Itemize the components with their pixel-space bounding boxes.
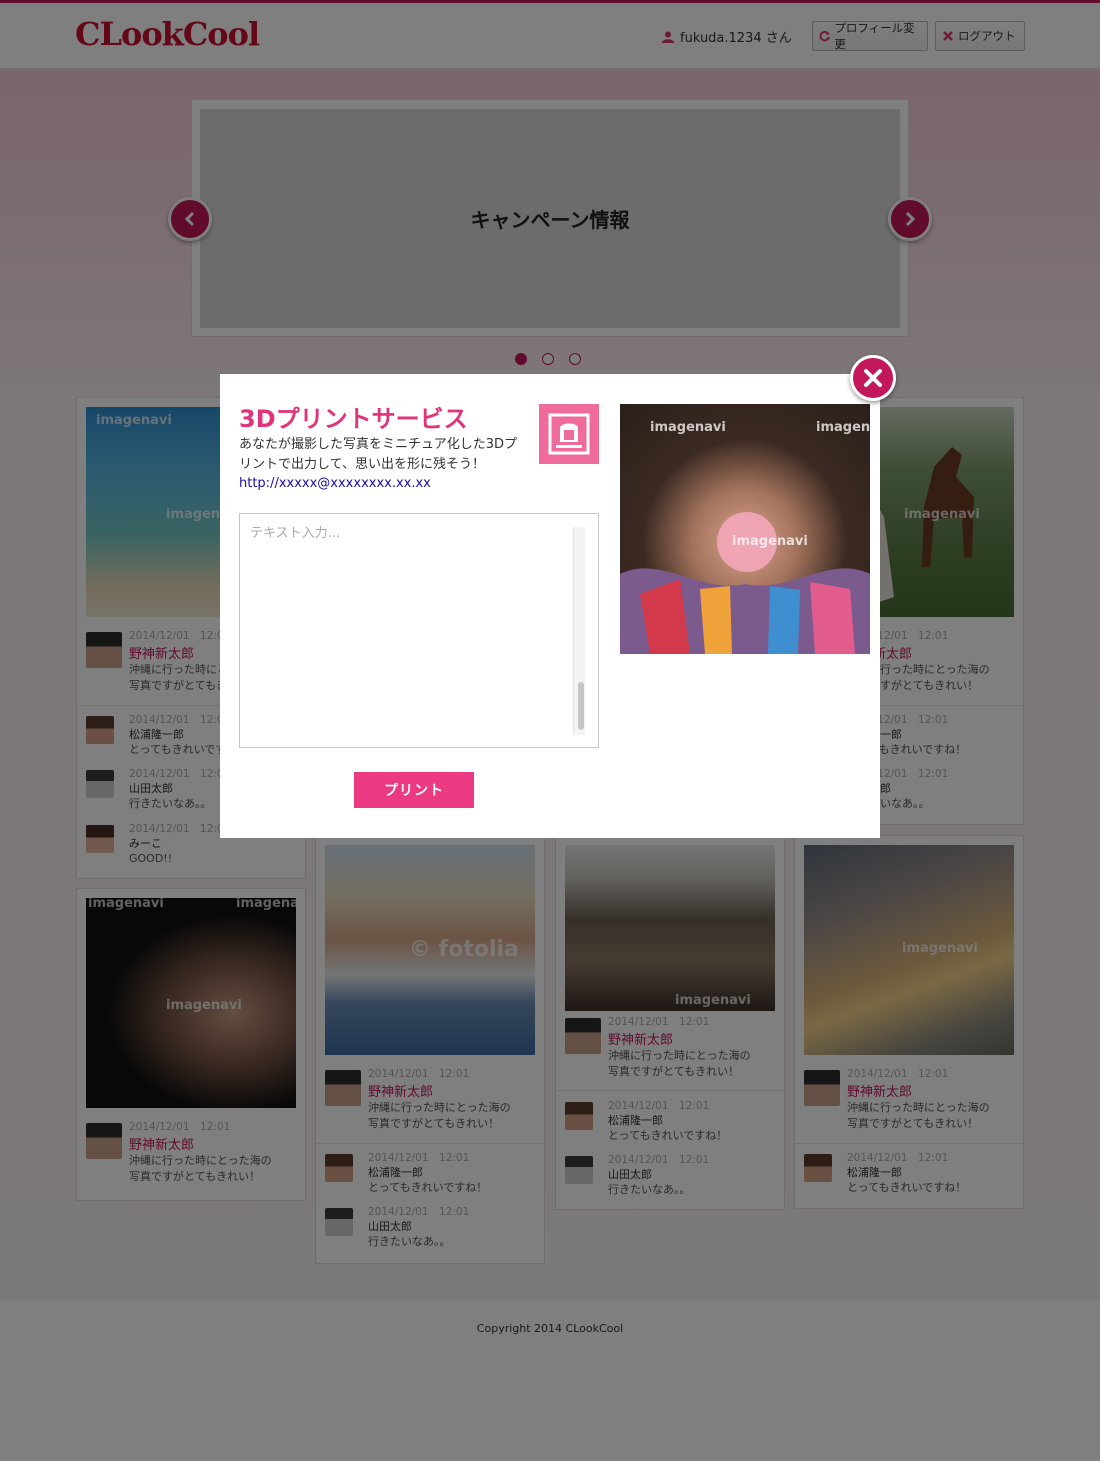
message-input[interactable] xyxy=(239,513,599,748)
scrollbar-thumb[interactable] xyxy=(578,682,584,730)
watermark: imagenavi xyxy=(732,534,808,549)
print-button[interactable]: プリント xyxy=(354,772,474,808)
service-link[interactable]: http://xxxxx@xxxxxxxx.xx.xx xyxy=(239,476,431,491)
print-service-modal: 3Dプリントサービス あなたが撮影した写真をミニチュア化した3Dプリントで出力し… xyxy=(220,374,880,838)
watermark: imagenavi xyxy=(816,420,870,435)
bubble-gum-photo xyxy=(620,512,870,654)
modal-description: あなたが撮影した写真をミニチュア化した3Dプリントで出力して、思い出を形に残そう… xyxy=(239,437,518,472)
print-frame-icon xyxy=(539,404,599,464)
modal-close-button[interactable] xyxy=(850,355,896,401)
watermark: imagenavi xyxy=(650,420,726,435)
modal-title: 3Dプリントサービス xyxy=(239,405,468,433)
textarea-scrollbar[interactable] xyxy=(573,527,585,735)
close-icon xyxy=(864,369,882,387)
selected-photo: imagenavi imagenavi imagenavi xyxy=(620,404,870,654)
